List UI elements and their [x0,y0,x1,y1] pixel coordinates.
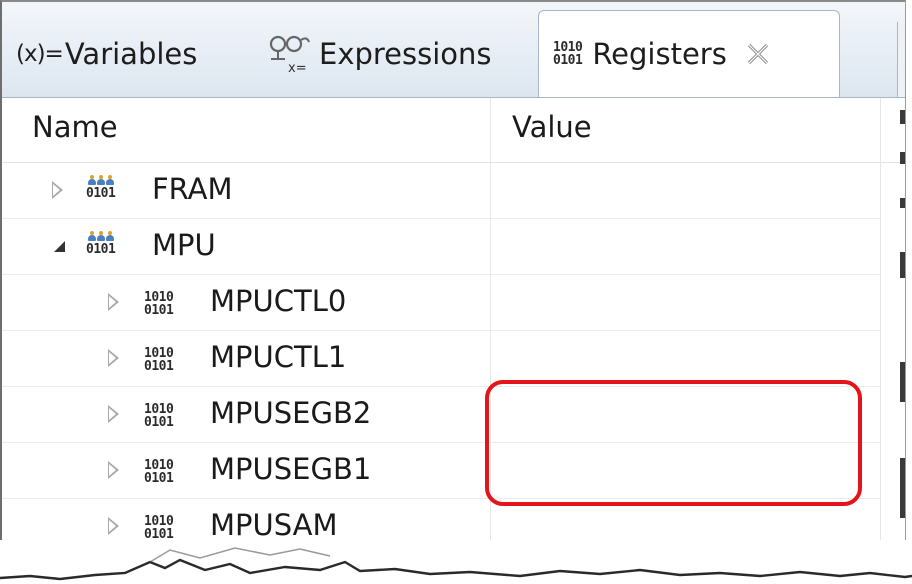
close-icon[interactable] [745,41,771,67]
clipped-adjacent-content [900,362,905,402]
row-label: MPUSEGB1 [210,452,372,486]
expressions-icon: x= [269,35,310,76]
register-icon: 1010 0101 [144,346,174,374]
register-icon: 1010 0101 [144,290,174,318]
expand-arrow-icon[interactable] [108,461,119,479]
register-group-icon: 0101 [86,175,116,200]
clipped-adjacent-content [900,458,905,518]
tab-expressions-label: Expressions [319,37,492,71]
table-row[interactable]: 1010 0101 MPUCTL0 [2,275,880,331]
row-label: FRAM [152,172,233,206]
row-label: MPUSAM [210,508,338,542]
row-label: MPU [152,228,216,262]
row-label: MPUSEGB2 [210,396,372,430]
register-icon: 1010 0101 [144,458,174,486]
torn-edge-decoration [0,540,912,584]
registers-icon: 1010 0101 [553,40,583,68]
row-label: MPUCTL1 [210,340,347,374]
tab-variables-label: Variables [64,37,198,71]
table-row[interactable]: 0101 MPU [2,219,880,275]
variables-icon: (x)= [16,41,64,67]
tab-registers[interactable]: 1010 0101 Registers [538,10,840,97]
table-row[interactable]: 0101 FRAM [2,163,880,219]
value-highlight-annotation [485,380,862,506]
clipped-adjacent-content [900,198,905,208]
table-row[interactable]: 1010 0101 MPUCTL1 [2,331,880,387]
register-icon: 1010 0101 [144,402,174,430]
clipped-adjacent-content [900,252,905,278]
register-icon: 1010 0101 [144,514,174,542]
tab-registers-label: Registers [592,37,727,71]
expand-arrow-icon[interactable] [108,517,119,535]
expand-arrow-icon[interactable] [52,181,63,199]
row-label: MPUCTL0 [210,284,347,318]
table-header: Name Value [2,98,905,163]
registers-view-panel: (x)= Variables x= Expressions 1010 0101 … [0,0,906,568]
expand-arrow-icon[interactable] [108,349,119,367]
collapse-arrow-icon[interactable] [54,241,65,252]
column-header-name[interactable]: Name [32,110,118,144]
svg-text:x=: x= [288,61,307,76]
expand-arrow-icon[interactable] [108,405,119,423]
clipped-adjacent-content [900,110,905,124]
tab-variables[interactable]: (x)= Variables [16,12,197,96]
column-header-value[interactable]: Value [512,110,592,144]
tab-expressions[interactable]: x= Expressions [267,12,492,96]
register-group-icon: 0101 [86,231,116,256]
next-tab-edge [897,22,905,97]
view-tab-bar: (x)= Variables x= Expressions 1010 0101 … [2,2,905,98]
column-separator [880,98,881,568]
expand-arrow-icon[interactable] [108,293,119,311]
clipped-adjacent-content [900,152,905,164]
